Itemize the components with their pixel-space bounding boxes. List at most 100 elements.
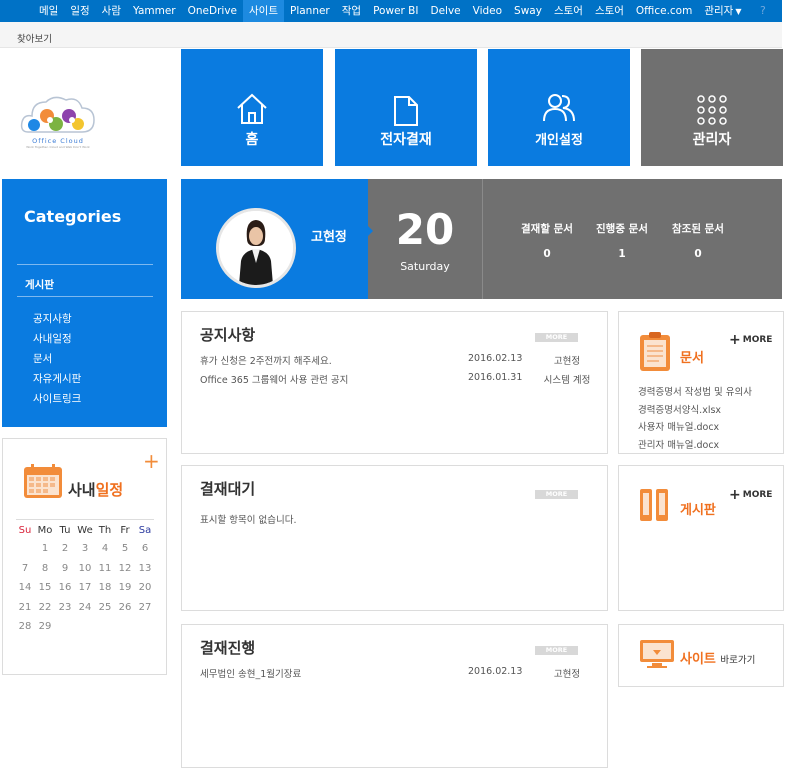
tile-settings[interactable]: 개인설정 [488,49,630,166]
tile-label: 개인설정 [535,133,583,148]
document-icon [394,96,418,126]
calendar-title: 사내일정 [68,479,123,500]
home-icon [237,93,267,124]
avatar[interactable] [216,208,296,288]
categories-section[interactable]: 게시판 [25,277,54,292]
day-cell[interactable]: 15 [35,578,55,598]
list-item[interactable]: Office 365 그룹웨어 사용 관련 공지 2016.01.31 시스템 … [200,372,595,386]
tile-approval[interactable]: 전자결재 [335,49,477,166]
widget-title: 문서 [680,351,704,366]
people-icon [543,94,575,122]
month-grid: Su Mo Tu We Th Fr Sa 1 2 3 4 5 6 7 8 9 10 11 12 13 14… [15,521,155,637]
day-cell[interactable]: 24 [75,598,95,618]
day-cell[interactable]: 14 [15,578,35,598]
day-cell[interactable]: 29 [35,617,55,637]
more-button[interactable]: + MORE [729,332,772,348]
category-item[interactable]: 자유게시판 [33,371,81,391]
item-date: 2016.01.31 [468,372,523,383]
stat-in-progress[interactable]: 진행중 문서 1 [584,221,660,260]
calendar-icon [24,464,62,498]
suite-nav-item[interactable]: 사이트 [243,0,284,22]
document-item[interactable]: 경력증명서양식.xlsx [638,402,752,420]
day-cell[interactable]: 25 [95,598,115,618]
day-cell[interactable]: 22 [35,598,55,618]
day-cell[interactable]: 10 [75,559,95,579]
day-cell[interactable]: 4 [95,539,115,559]
suite-nav-item[interactable]: Sway [508,0,548,22]
stat-referenced[interactable]: 참조된 문서 0 [660,221,736,260]
day-cell[interactable]: 8 [35,559,55,579]
suite-nav-item[interactable]: Planner [284,0,336,22]
chevron-down-icon: ▼ [735,7,742,16]
day-cell[interactable]: 13 [135,559,155,579]
week-row: 28 29 [15,617,155,637]
help-icon[interactable]: ? [760,0,766,22]
suite-nav-item[interactable]: OneDrive [182,0,243,22]
document-item[interactable]: 경력증명서 작성법 및 유의사 [638,384,752,402]
suite-nav-item[interactable]: Yammer [127,0,182,22]
day-cell[interactable]: 9 [55,559,75,579]
more-button[interactable]: MORE [535,333,578,342]
suite-nav-item[interactable]: 사람 [96,0,127,22]
tile-label: 홈 [245,132,259,148]
suite-nav-item[interactable]: Video [467,0,508,22]
suite-nav-item[interactable]: Power BI [367,0,424,22]
category-item[interactable]: 사이트링크 [33,391,81,411]
day-cell[interactable]: 27 [135,598,155,618]
day-cell[interactable]: 26 [115,598,135,618]
more-button[interactable]: MORE [535,490,578,499]
day-cell[interactable]: 5 [115,539,135,559]
list-item[interactable]: 휴가 신청은 2주전까지 해주세요. 2016.02.13 고현정 [200,353,595,367]
admin-menu-label: 관리자 [704,5,734,17]
day-cell[interactable]: 28 [15,617,35,637]
suite-nav-item[interactable]: 일정 [64,0,95,22]
category-item[interactable]: 문서 [33,351,81,371]
day-cell[interactable]: 11 [95,559,115,579]
day-cell[interactable]: 23 [55,598,75,618]
day-cell[interactable]: 6 [135,539,155,559]
suite-nav-item[interactable]: 스토어 [548,0,589,22]
suite-nav-item[interactable]: 메일 [33,0,64,22]
day-cell[interactable]: 21 [15,598,35,618]
document-item[interactable]: 관리자 매뉴얼.docx [638,437,752,455]
plus-icon: + [729,332,741,348]
more-button[interactable]: MORE [535,646,578,655]
suite-nav-item[interactable]: 스토어 [589,0,630,22]
day-cell[interactable]: 12 [115,559,135,579]
more-button[interactable]: + MORE [729,487,772,503]
day-cell[interactable]: 2 [55,539,75,559]
add-event-button[interactable]: + [143,449,160,473]
breadcrumb[interactable]: 찾아보기 [17,31,52,45]
tile-admin[interactable]: 관리자 [641,49,783,166]
document-item[interactable]: 사용자 매뉴얼.docx [638,419,752,437]
admin-menu[interactable]: 관리자 ▼ [698,0,747,22]
notice-panel: 공지사항 MORE 휴가 신청은 2주전까지 해주세요. 2016.02.13 … [181,311,608,454]
documents-widget: 문서 + MORE 경력증명서 작성법 및 유의사 경력증명서양식.xlsx 사용… [618,311,784,454]
tile-home[interactable]: 홈 [181,49,323,166]
tile-label: 관리자 [692,132,732,148]
site-logo[interactable]: Office Cloud Work Together. Cloud and We… [20,92,96,152]
day-cell[interactable]: 17 [75,578,95,598]
day-cell[interactable]: 3 [75,539,95,559]
day-cell[interactable]: 18 [95,578,115,598]
day-cell[interactable]: 20 [135,578,155,598]
day-cell[interactable]: 16 [55,578,75,598]
category-item[interactable]: 공지사항 [33,311,81,331]
category-item[interactable]: 사내일정 [33,331,81,351]
day-cell[interactable]: 7 [15,559,35,579]
grid-icon [697,95,727,125]
site-link-widget[interactable]: 사이트 바로가기 [618,624,784,687]
categories-list: 공지사항 사내일정 문서 자유게시판 사이트링크 [33,311,81,411]
stat-to-approve[interactable]: 결재할 문서 0 [509,221,585,260]
divider [16,519,154,520]
day-cell[interactable]: 1 [35,539,55,559]
weekday-header: Tu [59,524,71,536]
list-item[interactable]: 세무법인 송현_1월기장료 2016.02.13 고현정 [200,666,595,680]
person-photo-icon [219,211,293,285]
suite-nav-item[interactable]: Delve [424,0,466,22]
widget-title: 사이트 바로가기 [680,648,755,667]
document-list: 경력증명서 작성법 및 유의사 경력증명서양식.xlsx 사용자 매뉴얼.doc… [638,384,752,454]
suite-nav-item[interactable]: 작업 [336,0,367,22]
day-cell[interactable]: 19 [115,578,135,598]
suite-nav-item[interactable]: Office.com [630,0,698,22]
